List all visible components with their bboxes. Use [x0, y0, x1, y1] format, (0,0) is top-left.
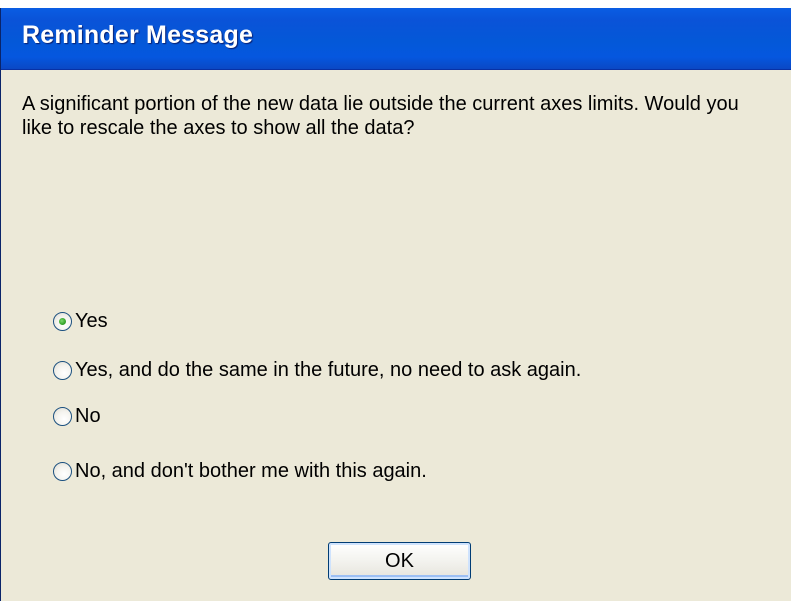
option-no-never[interactable]: No, and don't bother me with this again. — [53, 458, 427, 484]
ok-button[interactable]: OK — [328, 542, 471, 580]
option-yes[interactable]: Yes — [53, 308, 108, 334]
message-text: A significant portion of the new data li… — [22, 93, 739, 139]
option-no-never-label[interactable]: No, and don't bother me with this again. — [75, 460, 427, 483]
option-no-label[interactable]: No — [75, 405, 101, 428]
option-yes-always[interactable]: Yes, and do the same in the future, no n… — [53, 357, 581, 383]
radio-yes-always[interactable] — [53, 360, 72, 380]
option-yes-always-label[interactable]: Yes, and do the same in the future, no n… — [75, 359, 581, 382]
dialog-title: Reminder Message — [22, 21, 254, 49]
title-bar[interactable]: Reminder Message — [1, 8, 791, 70]
option-no[interactable]: No — [53, 403, 101, 429]
reminder-dialog: Reminder Message A significant portion o… — [0, 8, 791, 601]
radio-yes[interactable] — [53, 311, 72, 331]
radio-no-never[interactable] — [53, 461, 72, 481]
option-yes-label[interactable]: Yes — [75, 310, 108, 333]
radio-selected-dot-icon — [59, 317, 66, 325]
radio-no[interactable] — [53, 406, 72, 426]
